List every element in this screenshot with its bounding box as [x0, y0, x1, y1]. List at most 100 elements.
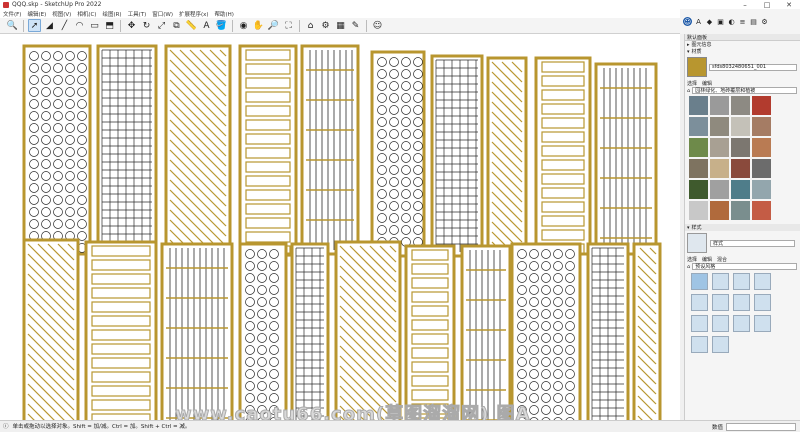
material-name-field[interactable]: sfds8032480651_001	[709, 63, 797, 71]
material-swatch[interactable]	[689, 117, 708, 136]
measure-input[interactable]	[726, 422, 796, 431]
style-item[interactable]	[691, 336, 708, 353]
screen-panels-model[interactable]	[0, 34, 680, 420]
screen-panel[interactable]	[290, 242, 330, 420]
style-item[interactable]	[712, 315, 729, 332]
menu-edit[interactable]: 编辑(E)	[27, 10, 46, 18]
menu-file[interactable]: 文件(F)	[3, 10, 21, 18]
pushpull-icon[interactable]: ⬒	[103, 19, 116, 32]
maximize-button[interactable]: □	[756, 0, 778, 9]
account-icon[interactable]: ☺	[371, 19, 384, 32]
material-swatch[interactable]	[731, 96, 750, 115]
eraser-icon[interactable]: ◢	[43, 19, 56, 32]
select-tool-icon[interactable]: ➚	[28, 19, 41, 32]
screen-panel[interactable]	[238, 44, 298, 256]
material-swatch[interactable]	[710, 96, 729, 115]
zoom-icon[interactable]: 🔎	[267, 19, 280, 32]
tab-edit[interactable]: 编辑	[702, 256, 712, 263]
library-dropdown[interactable]: 园林绿化、地砖覆层和植被	[692, 87, 797, 94]
style-item[interactable]	[712, 294, 729, 311]
menu-help[interactable]: 帮助(H)	[215, 10, 234, 18]
close-button[interactable]: ✕	[778, 0, 800, 9]
entity-info-icon[interactable]: A	[694, 17, 703, 26]
search-icon[interactable]: 🔍	[6, 19, 19, 32]
material-swatch[interactable]	[731, 138, 750, 157]
material-swatch[interactable]	[710, 201, 729, 220]
zoom-extents-icon[interactable]: ⛶	[282, 19, 295, 32]
style-item[interactable]	[691, 294, 708, 311]
style-name-field[interactable]: 样式	[710, 239, 795, 247]
tags-icon[interactable]: ≡	[738, 17, 747, 26]
material-swatch[interactable]	[752, 96, 771, 115]
style-item[interactable]	[754, 315, 771, 332]
entity-info-header[interactable]: ▸ 图元信息	[685, 41, 800, 49]
material-swatch[interactable]	[689, 159, 708, 178]
screen-panel[interactable]	[84, 240, 158, 420]
rotate-icon[interactable]: ↻	[140, 19, 153, 32]
style-item[interactable]	[754, 273, 771, 290]
material-swatch[interactable]	[752, 117, 771, 136]
styles-icon[interactable]: ◐	[727, 17, 736, 26]
orbit-icon[interactable]: ◉	[237, 19, 250, 32]
layout-icon[interactable]: ▦	[334, 19, 347, 32]
tape-measure-icon[interactable]: 📏	[185, 19, 198, 32]
style-item[interactable]	[712, 336, 729, 353]
menu-window[interactable]: 窗口(W)	[152, 10, 173, 18]
menu-tools[interactable]: 工具(T)	[128, 10, 147, 18]
screen-panel[interactable]	[460, 244, 512, 420]
home-icon[interactable]: ⌂	[687, 88, 690, 94]
material-swatch[interactable]	[752, 138, 771, 157]
menu-camera[interactable]: 相机(C)	[77, 10, 96, 18]
material-swatch[interactable]	[689, 138, 708, 157]
material-swatch[interactable]	[710, 138, 729, 157]
style-item[interactable]	[691, 315, 708, 332]
warehouse-icon[interactable]: ⌂	[304, 19, 317, 32]
material-swatch[interactable]	[689, 201, 708, 220]
menu-view[interactable]: 视图(V)	[52, 10, 71, 18]
line-tool-icon[interactable]: ╱	[58, 19, 71, 32]
paint-bucket-icon[interactable]: 🪣	[215, 19, 228, 32]
screen-panel[interactable]	[594, 62, 658, 256]
extension-icon[interactable]: ⚙	[319, 19, 332, 32]
tab-edit[interactable]: 编辑	[702, 80, 712, 87]
scale-icon[interactable]: ⤢	[155, 19, 168, 32]
arc-tool-icon[interactable]: ◠	[73, 19, 86, 32]
tab-select[interactable]: 选择	[687, 256, 697, 263]
materials-icon[interactable]: ◆	[705, 17, 714, 26]
style-item[interactable]	[712, 273, 729, 290]
material-swatch[interactable]	[689, 96, 708, 115]
minimize-button[interactable]: –	[734, 0, 756, 9]
style-item[interactable]	[733, 315, 750, 332]
menu-draw[interactable]: 绘图(R)	[102, 10, 121, 18]
tab-select[interactable]: 选择	[687, 80, 697, 87]
style-item[interactable]	[754, 294, 771, 311]
material-swatch[interactable]	[731, 117, 750, 136]
material-swatch[interactable]	[752, 201, 771, 220]
material-swatch[interactable]	[710, 117, 729, 136]
material-swatch[interactable]	[752, 159, 771, 178]
style-item[interactable]	[733, 273, 750, 290]
pan-icon[interactable]: ✋	[252, 19, 265, 32]
scenes-icon[interactable]: ▤	[749, 17, 758, 26]
screen-panel[interactable]	[404, 244, 456, 420]
home-icon[interactable]: ⌂	[687, 264, 690, 270]
style-item[interactable]	[691, 273, 708, 290]
style-library-dropdown[interactable]: 预设风格	[692, 263, 797, 270]
style-item[interactable]	[733, 294, 750, 311]
shape-tool-icon[interactable]: ▭	[88, 19, 101, 32]
material-swatch[interactable]	[689, 180, 708, 199]
material-swatch[interactable]	[731, 180, 750, 199]
settings-icon[interactable]: ⚙	[760, 17, 769, 26]
drawing-canvas[interactable]: www.caotu66.com(草图溜溜网) 图A	[0, 34, 680, 420]
screen-panel[interactable]	[160, 242, 234, 420]
material-swatch[interactable]	[752, 180, 771, 199]
material-swatch[interactable]	[731, 201, 750, 220]
screen-panel[interactable]	[22, 44, 92, 256]
info-icon[interactable]: ⓘ	[3, 422, 9, 430]
move-icon[interactable]: ✥	[125, 19, 138, 32]
tab-mix[interactable]: 混合	[717, 256, 727, 263]
menu-extensions[interactable]: 扩展程序(x)	[179, 10, 209, 18]
material-swatch[interactable]	[731, 159, 750, 178]
materials-header[interactable]: ▾ 材质	[685, 48, 800, 56]
text-icon[interactable]: A	[200, 19, 213, 32]
